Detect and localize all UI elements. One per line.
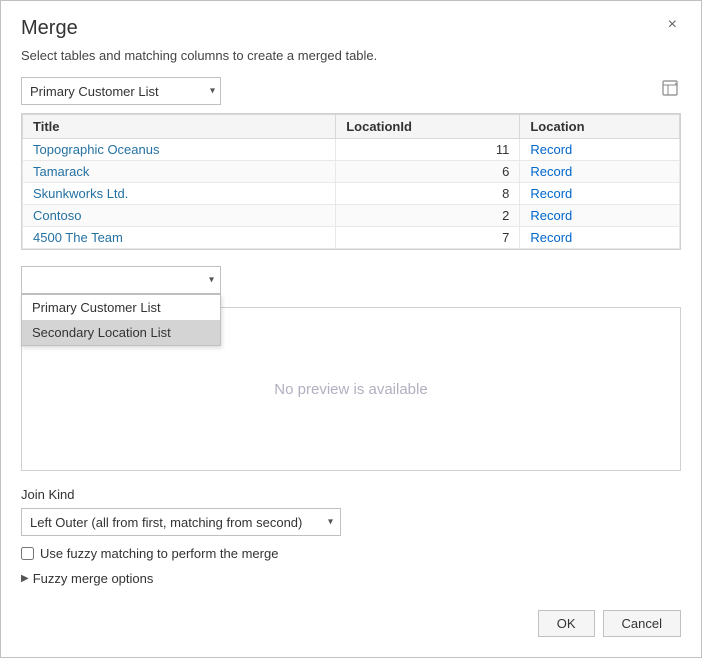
cell-locationid: 11 [336,139,520,161]
cell-locationid: 2 [336,205,520,227]
table-row: Topographic Oceanus11Record [23,139,680,161]
title-bar: Merge × [21,17,681,40]
cell-title: Tamarack [23,161,336,183]
cell-location: Record [520,139,680,161]
dropdown-option-primary-customer[interactable]: Primary Customer List [22,295,220,320]
table-row: Skunkworks Ltd.8Record [23,183,680,205]
cell-locationid: 6 [336,161,520,183]
secondary-table-dropdown[interactable]: ▾ [21,266,221,294]
primary-data-table: Title LocationId Location Topographic Oc… [22,114,680,249]
cell-location: Record [520,183,680,205]
join-kind-label: Join Kind [21,487,681,502]
primary-table-dropdown[interactable]: Primary Customer List Secondary Location… [21,77,221,105]
secondary-dropdown-wrapper: ▾ Primary Customer List Secondary Locati… [21,266,221,294]
ok-button[interactable]: OK [538,610,595,637]
table-settings-icon [661,79,679,97]
table-row: Tamarack6Record [23,161,680,183]
join-kind-dropdown[interactable]: Left Outer (all from first, matching fro… [21,508,341,536]
cell-locationid: 7 [336,227,520,249]
cell-title: Contoso [23,205,336,227]
merge-dialog: Merge × Select tables and matching colum… [0,0,702,658]
cancel-button[interactable]: Cancel [603,610,681,637]
fuzzy-options-chevron-icon: ▶ [21,573,29,584]
secondary-dropdown-chevron-icon: ▾ [209,275,214,286]
cell-location: Record [520,227,680,249]
fuzzy-options-row[interactable]: ▶ Fuzzy merge options [21,571,681,586]
table-icon-button[interactable] [659,77,681,104]
primary-table-container: Title LocationId Location Topographic Oc… [21,113,681,250]
cell-title: Topographic Oceanus [23,139,336,161]
table-row: 4500 The Team7Record [23,227,680,249]
fuzzy-options-label: Fuzzy merge options [33,571,154,586]
fuzzy-checkbox-label[interactable]: Use fuzzy matching to perform the merge [40,546,278,561]
dropdown-option-secondary-location[interactable]: Secondary Location List [22,320,220,345]
fuzzy-checkbox-row: Use fuzzy matching to perform the merge [21,546,681,561]
dialog-subtitle: Select tables and matching columns to cr… [21,48,681,63]
primary-dropdown-wrapper: Primary Customer List Secondary Location… [21,77,221,105]
primary-section-row: Primary Customer List Secondary Location… [21,77,681,105]
col-title: Title [23,115,336,139]
join-dropdown-wrapper: Left Outer (all from first, matching fro… [21,508,341,536]
no-preview-label: No preview is available [274,381,427,398]
secondary-section: ▾ Primary Customer List Secondary Locati… [21,266,681,297]
col-locationid: LocationId [336,115,520,139]
cell-locationid: 8 [336,183,520,205]
close-button[interactable]: × [664,17,681,33]
fuzzy-checkbox[interactable] [21,547,34,560]
cell-location: Record [520,161,680,183]
cell-location: Record [520,205,680,227]
join-kind-section: Join Kind Left Outer (all from first, ma… [21,487,681,536]
secondary-dropdown-list: Primary Customer List Secondary Location… [21,294,221,346]
table-row: Contoso2Record [23,205,680,227]
col-location: Location [520,115,680,139]
cell-title: Skunkworks Ltd. [23,183,336,205]
dialog-footer: OK Cancel [21,602,681,637]
cell-title: 4500 The Team [23,227,336,249]
dialog-title: Merge [21,17,78,40]
